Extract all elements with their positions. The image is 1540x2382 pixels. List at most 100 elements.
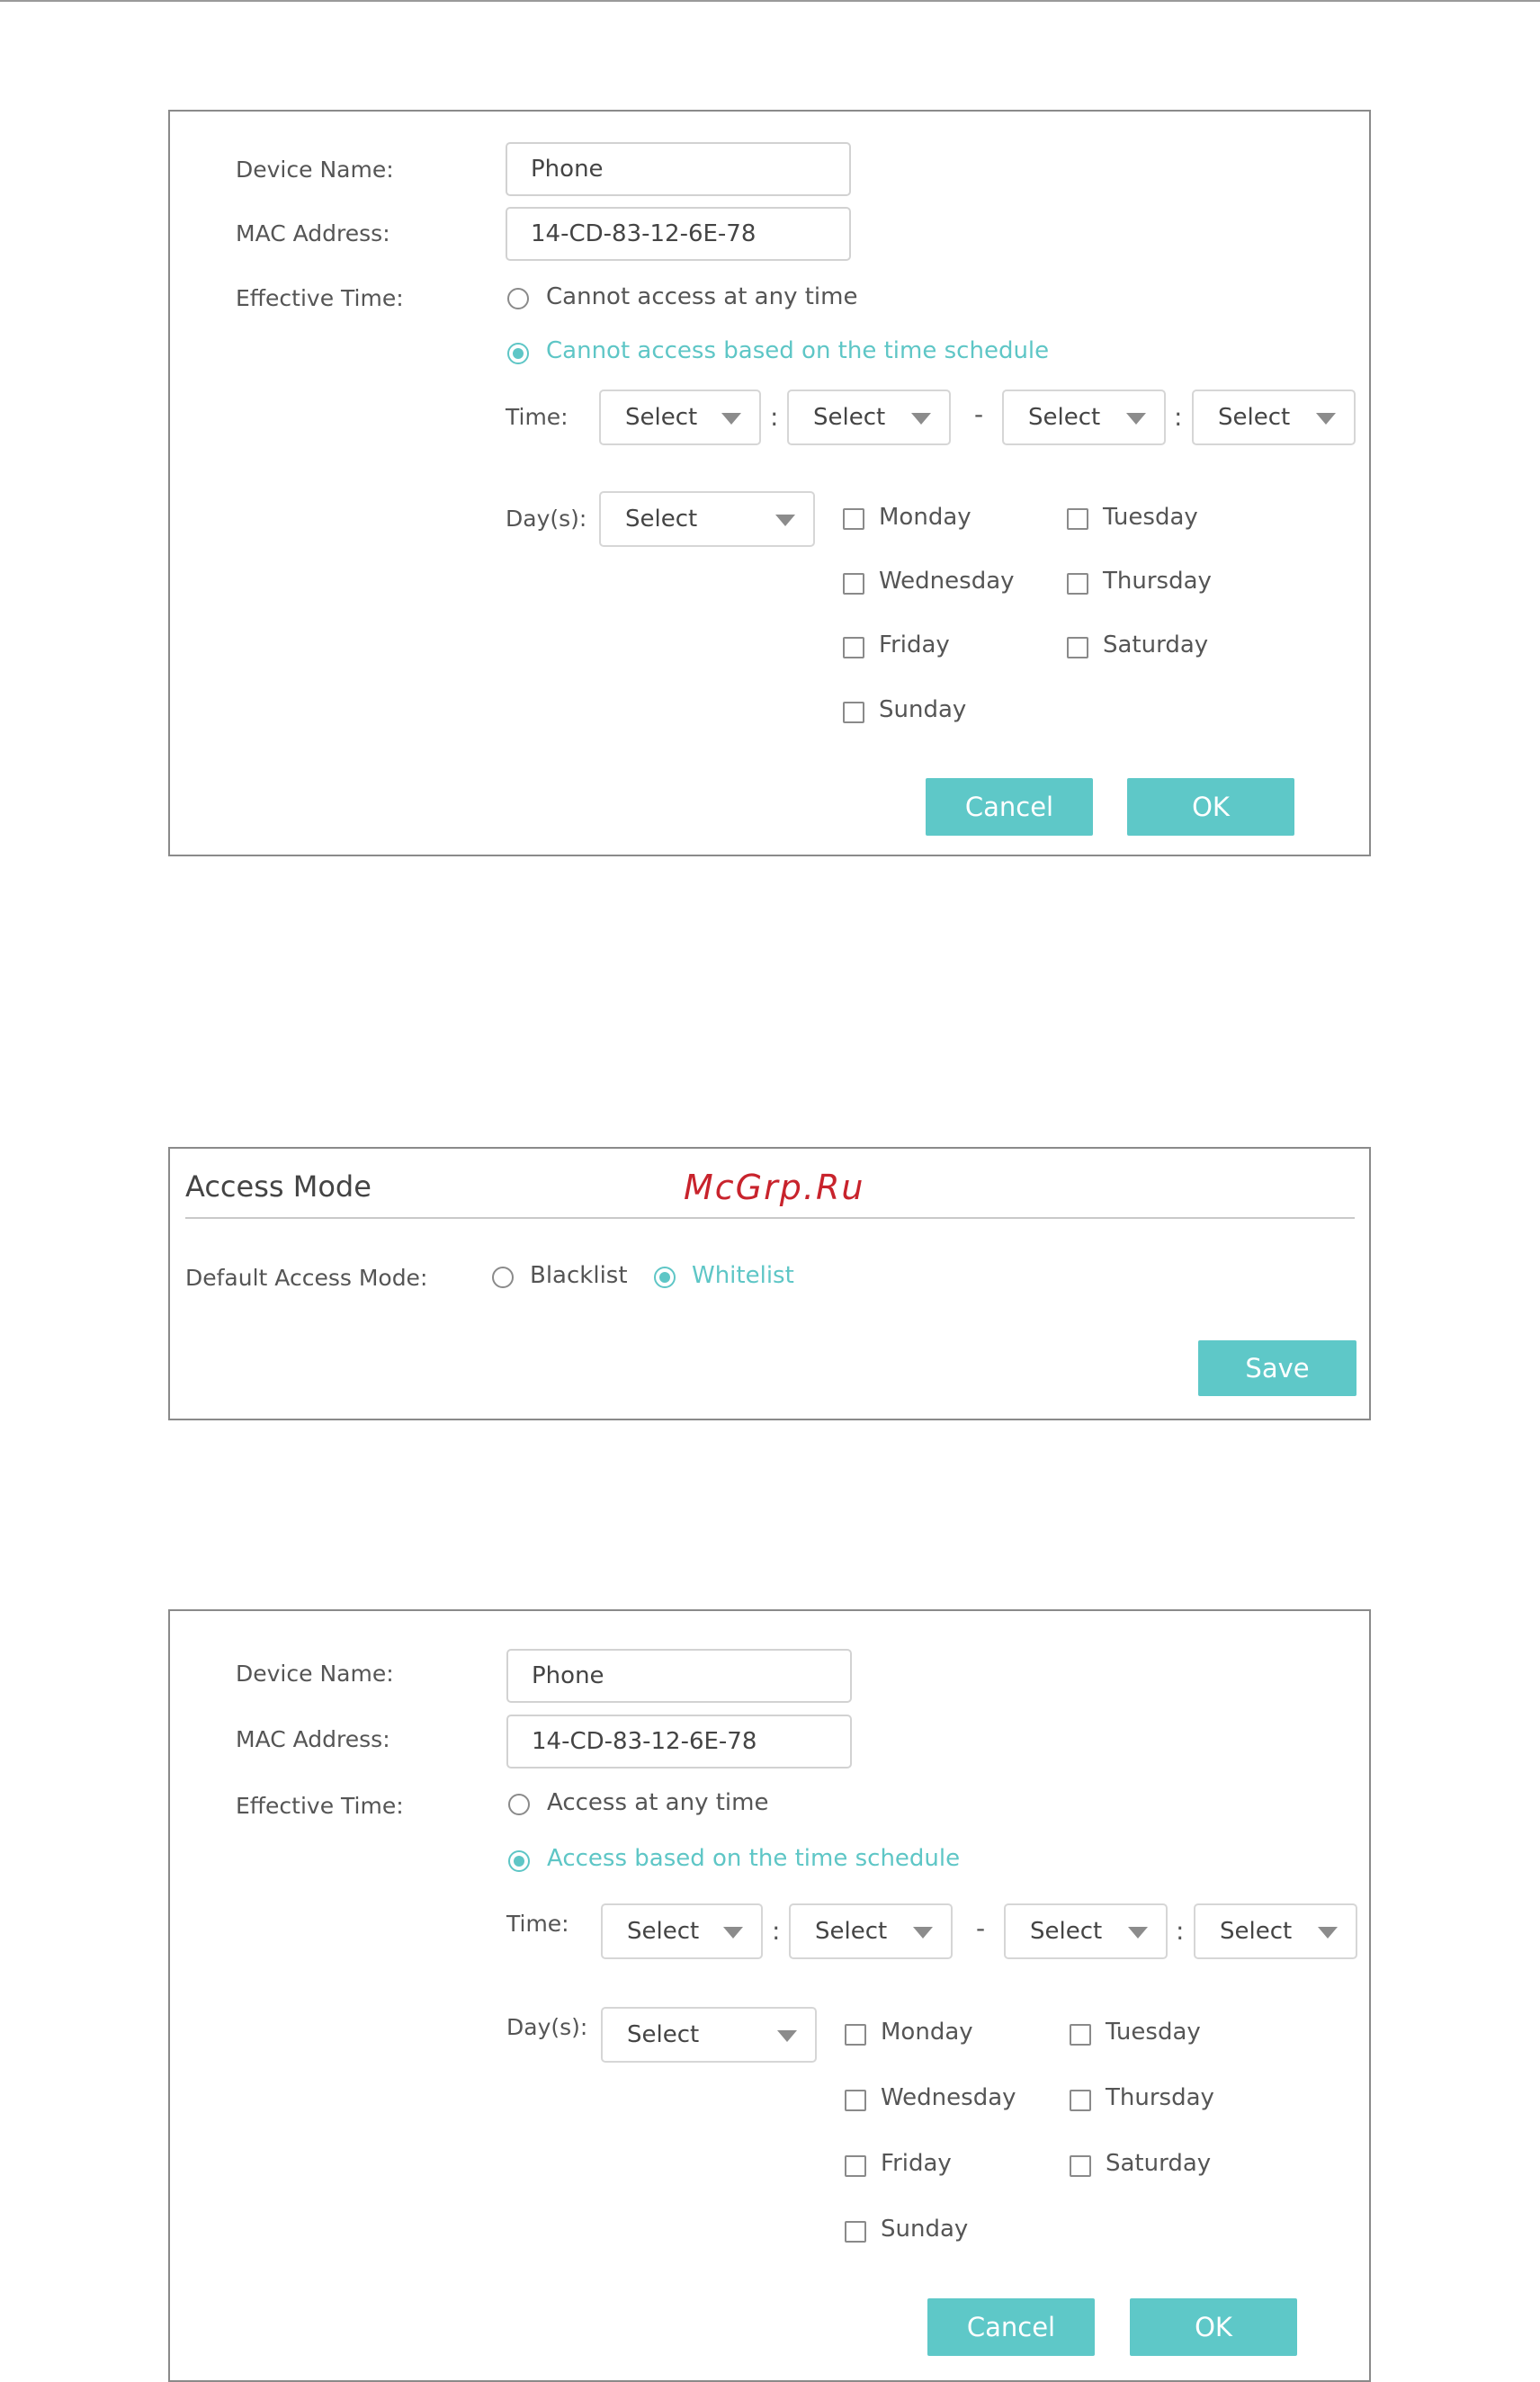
days-select[interactable]: Select xyxy=(601,2007,817,2063)
whitelist-device-panel: Device Name: Phone MAC Address: 14-CD-83… xyxy=(168,1609,1371,2382)
days-select[interactable]: Select xyxy=(599,491,815,547)
radio-access-any-time-label[interactable]: Access at any time xyxy=(547,1789,768,1816)
select-value: Select xyxy=(1028,404,1101,431)
checkbox-thursday-label[interactable]: Thursday xyxy=(1103,568,1212,595)
checkbox-wednesday-label[interactable]: Wednesday xyxy=(881,2084,1016,2111)
checkbox-sunday[interactable] xyxy=(843,702,864,723)
time-label: Time: xyxy=(506,1911,569,1937)
chevron-down-icon xyxy=(1318,1927,1338,1939)
radio-whitelist[interactable] xyxy=(654,1267,676,1288)
radio-blacklist[interactable] xyxy=(492,1267,514,1288)
radio-whitelist-label[interactable]: Whitelist xyxy=(692,1262,794,1289)
checkbox-thursday[interactable] xyxy=(1070,2090,1091,2111)
cancel-button[interactable]: Cancel xyxy=(926,778,1093,836)
time-start-minute-select[interactable]: Select xyxy=(787,390,951,445)
time-colon: : xyxy=(772,1916,781,1946)
chevron-down-icon xyxy=(913,1927,933,1939)
checkbox-wednesday-label[interactable]: Wednesday xyxy=(879,568,1015,595)
radio-access-schedule[interactable] xyxy=(508,1850,530,1872)
time-dash: - xyxy=(974,399,984,429)
cancel-button[interactable]: Cancel xyxy=(927,2298,1095,2356)
checkbox-monday[interactable] xyxy=(845,2024,866,2046)
checkbox-saturday-label[interactable]: Saturday xyxy=(1106,2150,1211,2177)
select-value: Select xyxy=(625,506,698,533)
select-value: Select xyxy=(1030,1918,1103,1945)
mac-address-label: MAC Address: xyxy=(236,1726,390,1752)
select-value: Select xyxy=(813,404,886,431)
checkbox-thursday[interactable] xyxy=(1067,573,1088,595)
radio-blacklist-label[interactable]: Blacklist xyxy=(530,1262,628,1289)
watermark-text: McGrp.Ru xyxy=(684,1168,865,1207)
select-value: Select xyxy=(627,2021,700,2048)
radio-access-schedule-label[interactable]: Access based on the time schedule xyxy=(547,1845,960,1872)
chevron-down-icon xyxy=(1128,1927,1148,1939)
checkbox-sunday-label[interactable]: Sunday xyxy=(879,696,966,723)
mac-address-input[interactable]: 14-CD-83-12-6E-78 xyxy=(506,207,851,261)
checkbox-saturday-label[interactable]: Saturday xyxy=(1103,631,1208,658)
time-end-minute-select[interactable]: Select xyxy=(1192,390,1356,445)
ok-button[interactable]: OK xyxy=(1130,2298,1297,2356)
checkbox-friday[interactable] xyxy=(843,637,864,658)
radio-cannot-access-schedule-label[interactable]: Cannot access based on the time schedule xyxy=(546,337,1049,364)
select-value: Select xyxy=(815,1918,888,1945)
mac-address-label: MAC Address: xyxy=(236,220,390,246)
checkbox-friday-label[interactable]: Friday xyxy=(881,2150,952,2177)
device-name-input[interactable]: Phone xyxy=(506,1649,852,1703)
chevron-down-icon xyxy=(911,413,931,425)
default-access-mode-label: Default Access Mode: xyxy=(185,1265,428,1291)
select-value: Select xyxy=(627,1918,700,1945)
title-divider xyxy=(185,1217,1355,1219)
checkbox-sunday-label[interactable]: Sunday xyxy=(881,2216,968,2243)
chevron-down-icon xyxy=(775,515,795,526)
checkbox-sunday[interactable] xyxy=(845,2221,866,2243)
checkbox-wednesday[interactable] xyxy=(843,573,864,595)
radio-access-any-time[interactable] xyxy=(508,1794,530,1815)
radio-cannot-access-any-time-label[interactable]: Cannot access at any time xyxy=(546,283,857,310)
checkbox-thursday-label[interactable]: Thursday xyxy=(1106,2084,1214,2111)
time-start-minute-select[interactable]: Select xyxy=(789,1903,953,1959)
time-dash: - xyxy=(976,1913,986,1943)
chevron-down-icon xyxy=(1126,413,1146,425)
chevron-down-icon xyxy=(723,1927,743,1939)
select-value: Select xyxy=(1220,1918,1293,1945)
checkbox-monday[interactable] xyxy=(843,508,864,530)
days-label: Day(s): xyxy=(506,506,587,532)
device-name-label: Device Name: xyxy=(236,1661,394,1687)
checkbox-monday-label[interactable]: Monday xyxy=(879,504,971,531)
checkbox-wednesday[interactable] xyxy=(845,2090,866,2111)
days-label: Day(s): xyxy=(506,2014,588,2040)
checkbox-tuesday-label[interactable]: Tuesday xyxy=(1106,2019,1201,2046)
checkbox-tuesday[interactable] xyxy=(1070,2024,1091,2046)
ok-button[interactable]: OK xyxy=(1127,778,1294,836)
select-value: Select xyxy=(1218,404,1291,431)
checkbox-monday-label[interactable]: Monday xyxy=(881,2019,973,2046)
radio-cannot-access-any-time[interactable] xyxy=(507,288,529,309)
effective-time-label: Effective Time: xyxy=(236,1793,404,1819)
radio-cannot-access-schedule[interactable] xyxy=(507,343,529,364)
save-button[interactable]: Save xyxy=(1198,1340,1356,1396)
time-start-hour-select[interactable]: Select xyxy=(599,390,761,445)
mac-address-input[interactable]: 14-CD-83-12-6E-78 xyxy=(506,1715,852,1769)
effective-time-label: Effective Time: xyxy=(236,285,404,311)
time-end-minute-select[interactable]: Select xyxy=(1194,1903,1357,1959)
checkbox-tuesday[interactable] xyxy=(1067,508,1088,530)
access-mode-title: Access Mode xyxy=(185,1169,372,1204)
time-colon: : xyxy=(1174,402,1183,432)
checkbox-friday-label[interactable]: Friday xyxy=(879,631,950,658)
page-top-rule xyxy=(0,0,1540,2)
blacklist-device-panel: Device Name: Phone MAC Address: 14-CD-83… xyxy=(168,110,1371,856)
checkbox-saturday[interactable] xyxy=(1070,2155,1091,2177)
device-name-input[interactable]: Phone xyxy=(506,142,851,196)
chevron-down-icon xyxy=(1316,413,1336,425)
time-end-hour-select[interactable]: Select xyxy=(1004,1903,1168,1959)
checkbox-tuesday-label[interactable]: Tuesday xyxy=(1103,504,1198,531)
time-label: Time: xyxy=(506,404,569,430)
time-colon: : xyxy=(1176,1916,1185,1946)
checkbox-friday[interactable] xyxy=(845,2155,866,2177)
checkbox-saturday[interactable] xyxy=(1067,637,1088,658)
time-colon: : xyxy=(770,402,779,432)
select-value: Select xyxy=(625,404,698,431)
chevron-down-icon xyxy=(721,413,741,425)
time-start-hour-select[interactable]: Select xyxy=(601,1903,763,1959)
time-end-hour-select[interactable]: Select xyxy=(1002,390,1166,445)
